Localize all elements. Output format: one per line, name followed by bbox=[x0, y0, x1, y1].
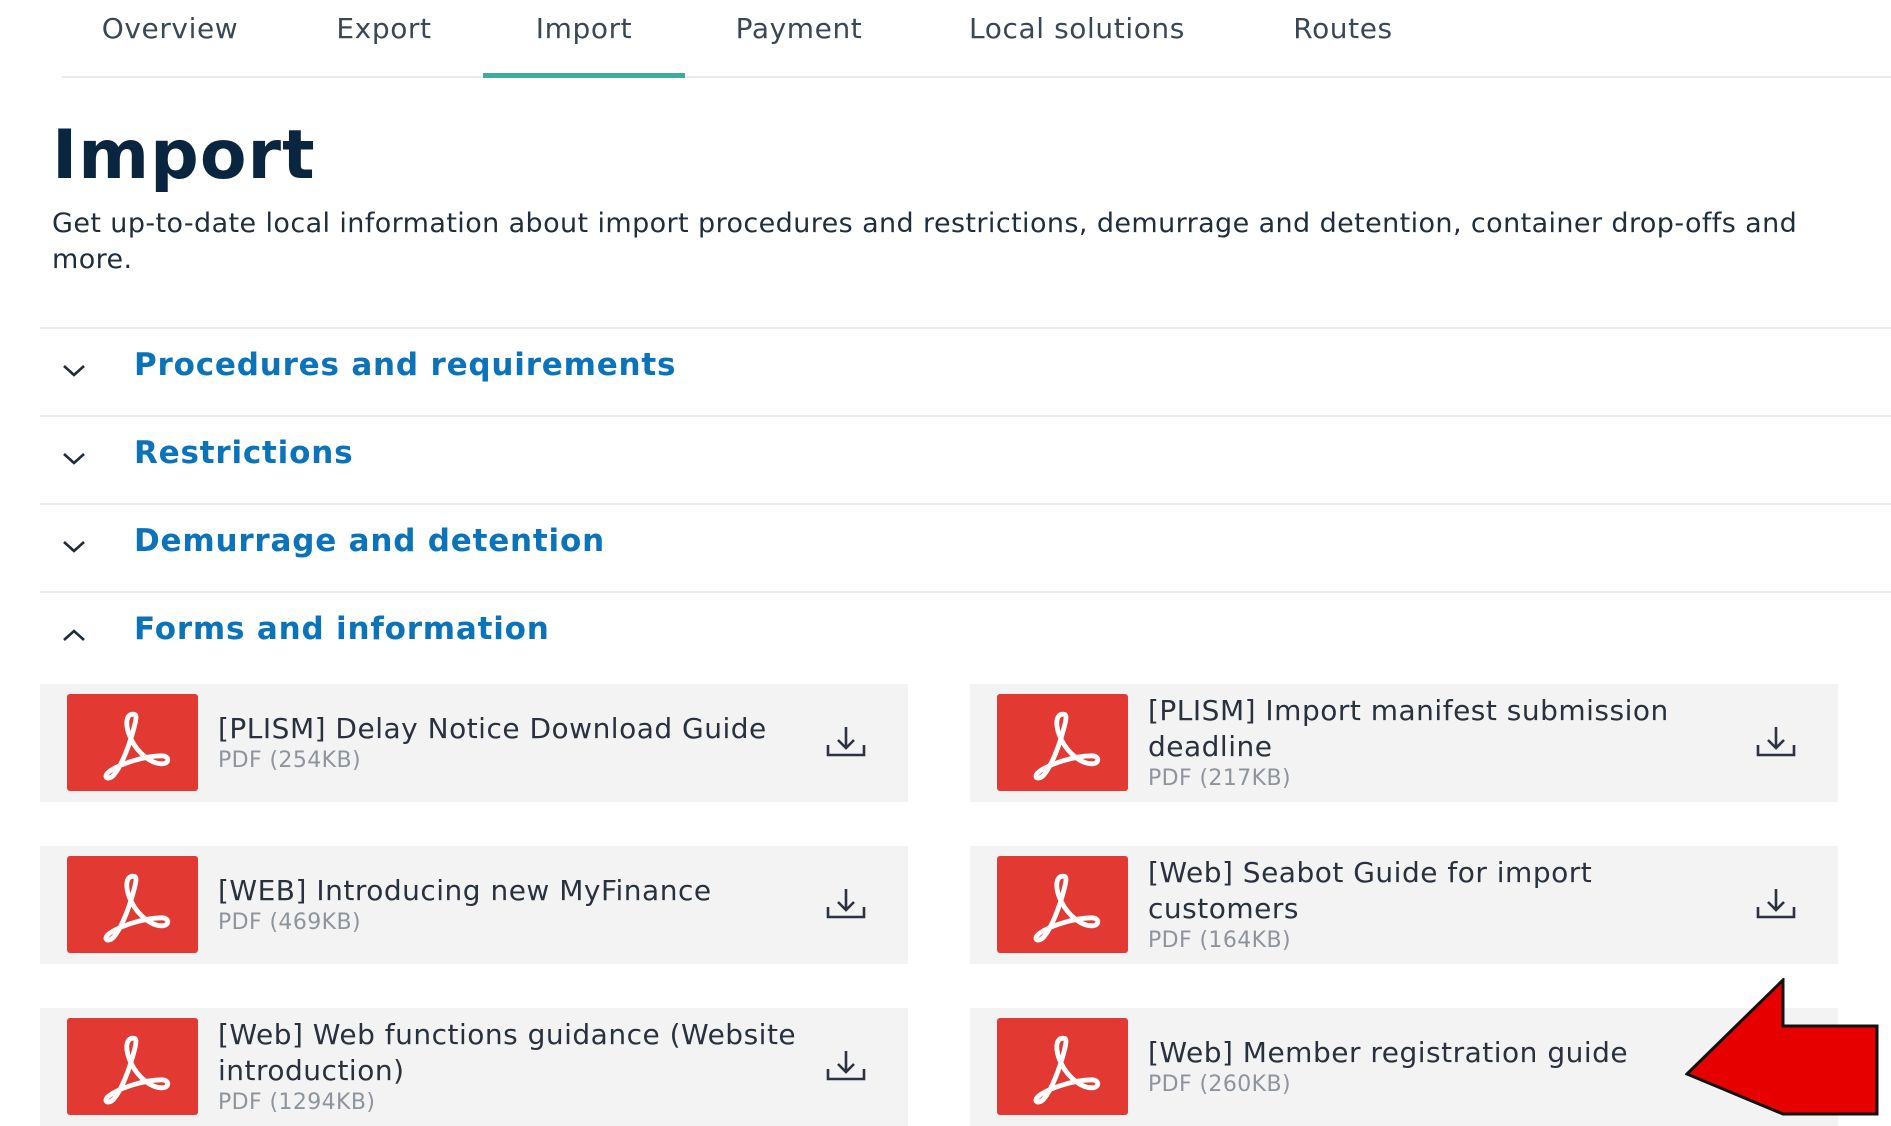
divider bbox=[40, 503, 1891, 505]
file-meta: PDF (164KB) bbox=[1148, 928, 1291, 953]
chevron-up-icon bbox=[56, 617, 92, 653]
pdf-icon bbox=[997, 694, 1128, 791]
divider bbox=[40, 591, 1891, 593]
tab-overview[interactable]: Overview bbox=[100, 0, 240, 74]
file-text: [Web] Web functions guidance (Website in… bbox=[218, 1008, 818, 1126]
file-meta: PDF (469KB) bbox=[218, 910, 361, 935]
chevron-down-icon bbox=[56, 529, 92, 565]
download-icon[interactable] bbox=[1752, 719, 1800, 767]
tab-import[interactable]: Import bbox=[483, 0, 685, 78]
download-icon[interactable] bbox=[822, 1043, 870, 1091]
accordion-demurrage[interactable]: Demurrage and detention bbox=[40, 503, 1891, 589]
file-name[interactable]: [PLISM] Import manifest submission deadl… bbox=[1148, 693, 1708, 765]
download-icon[interactable] bbox=[822, 719, 870, 767]
accordion-label[interactable]: Procedures and requirements bbox=[134, 347, 676, 383]
annotation-arrow bbox=[1684, 976, 1891, 1120]
divider bbox=[40, 415, 1891, 417]
chevron-down-icon bbox=[56, 441, 92, 477]
divider bbox=[40, 327, 1891, 329]
file-meta: PDF (1294KB) bbox=[218, 1090, 376, 1115]
pdf-icon bbox=[67, 694, 198, 791]
download-icon[interactable] bbox=[822, 881, 870, 929]
file-name[interactable]: [Web] Web functions guidance (Website in… bbox=[218, 1017, 818, 1089]
file-meta: PDF (254KB) bbox=[218, 748, 361, 773]
pdf-icon bbox=[997, 1018, 1128, 1115]
file-meta: PDF (260KB) bbox=[1148, 1072, 1291, 1097]
tab-payment[interactable]: Payment bbox=[730, 0, 868, 74]
file-text: [WEB] Introducing new MyFinance PDF (469… bbox=[218, 846, 798, 964]
file-text: [Web] Member registration guide PDF (260… bbox=[1148, 1008, 1668, 1126]
chevron-down-icon bbox=[56, 353, 92, 389]
tab-routes[interactable]: Routes bbox=[1284, 0, 1402, 74]
accordion-label[interactable]: Demurrage and detention bbox=[134, 523, 605, 559]
accordion-restrictions[interactable]: Restrictions bbox=[40, 415, 1891, 501]
pdf-icon bbox=[67, 856, 198, 953]
page-title: Import bbox=[52, 116, 316, 195]
file-card[interactable]: [Web] Web functions guidance (Website in… bbox=[40, 1008, 908, 1126]
pdf-icon bbox=[67, 1018, 198, 1115]
file-text: [Web] Seabot Guide for import customers … bbox=[1148, 846, 1648, 964]
file-card[interactable]: [Web] Seabot Guide for import customers … bbox=[970, 846, 1838, 964]
file-text: [PLISM] Import manifest submission deadl… bbox=[1148, 684, 1708, 802]
file-card[interactable]: [PLISM] Import manifest submission deadl… bbox=[970, 684, 1838, 802]
file-meta: PDF (217KB) bbox=[1148, 766, 1291, 791]
accordion-procedures[interactable]: Procedures and requirements bbox=[40, 327, 1891, 413]
file-text: [PLISM] Delay Notice Download Guide PDF … bbox=[218, 684, 798, 802]
accordion-label[interactable]: Forms and information bbox=[134, 611, 550, 647]
file-name[interactable]: [Web] Member registration guide bbox=[1148, 1035, 1668, 1071]
accordion-forms[interactable]: Forms and information bbox=[40, 591, 1891, 677]
page-description: Get up-to-date local information about i… bbox=[52, 208, 1798, 275]
file-name[interactable]: [PLISM] Delay Notice Download Guide bbox=[218, 711, 798, 747]
file-card[interactable]: [PLISM] Delay Notice Download Guide PDF … bbox=[40, 684, 908, 802]
tab-export[interactable]: Export bbox=[330, 0, 438, 74]
accordion-label[interactable]: Restrictions bbox=[134, 435, 353, 471]
file-card[interactable]: [WEB] Introducing new MyFinance PDF (469… bbox=[40, 846, 908, 964]
tab-local-solutions[interactable]: Local solutions bbox=[962, 0, 1192, 74]
file-name[interactable]: [WEB] Introducing new MyFinance bbox=[218, 873, 798, 909]
file-name[interactable]: [Web] Seabot Guide for import customers bbox=[1148, 855, 1648, 927]
download-icon[interactable] bbox=[1752, 881, 1800, 929]
pdf-icon bbox=[997, 856, 1128, 953]
section-tabs: Overview Export Import Payment Local sol… bbox=[62, 0, 1891, 78]
